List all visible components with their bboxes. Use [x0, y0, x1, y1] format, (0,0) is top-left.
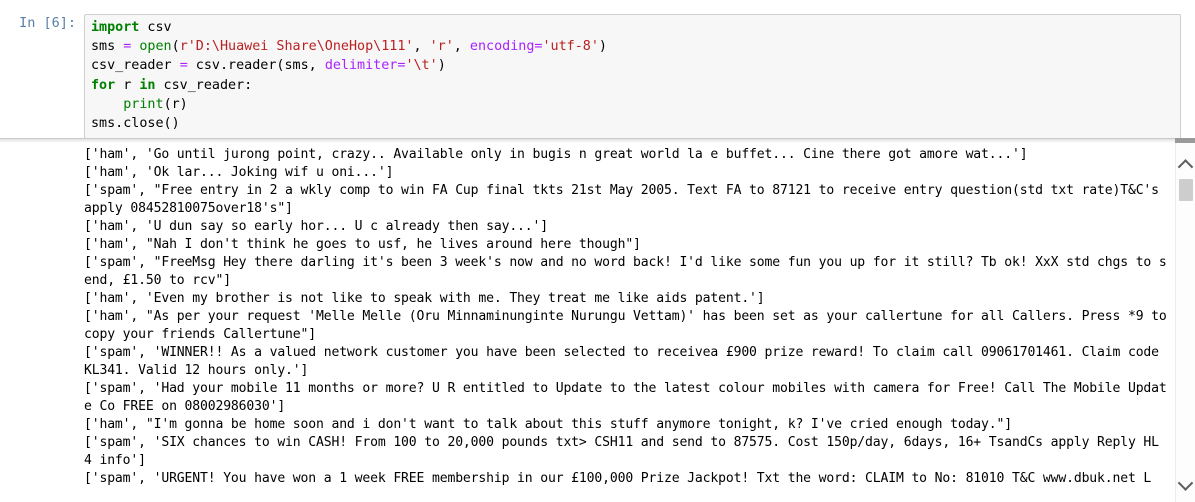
- code-source[interactable]: import csv sms = open(r'D:\Huawei Share\…: [91, 18, 1176, 133]
- scroll-down-button[interactable]: [1176, 474, 1195, 494]
- cell-output-region: ['ham', 'Go until jurong point, crazy.. …: [0, 143, 1195, 502]
- output-line: ['spam', 'SIX chances to win CASH! From …: [84, 435, 1167, 468]
- code-token-kwarg-delimiter: delimiter: [324, 58, 398, 74]
- scroll-up-button[interactable]: [1176, 155, 1195, 175]
- scrollbar-thumb[interactable]: [1179, 179, 1193, 201]
- scrollbar-track[interactable]: [1179, 175, 1193, 472]
- code-token-builtin-print: print: [123, 96, 164, 112]
- code-token-string-path: r'D:\Huawei Share\OneHop\111': [179, 39, 414, 55]
- code-token-keyword-import: import: [91, 20, 140, 35]
- output-line: ['ham', "As per your request 'Melle Mell…: [84, 309, 1175, 342]
- chevron-up-icon: [1177, 158, 1194, 175]
- code-token-plain: (: [171, 39, 180, 55]
- code-token-plain: ,: [453, 39, 470, 55]
- code-token-plain: sms: [91, 39, 124, 55]
- code-token-plain: csv_reader:: [155, 77, 253, 93]
- output-line: ['ham', 'Even my brother is not like to …: [84, 291, 765, 306]
- code-token-plain: sms.close(): [91, 116, 180, 132]
- output-line: ['spam', "FreeMsg Hey there darling it's…: [84, 255, 1167, 288]
- output-line: ['spam', "Free entry in 2 a wkly comp to…: [84, 183, 1167, 216]
- code-token-string-delimiter: '\t': [405, 58, 438, 74]
- output-line: ['ham', 'Go until jurong point, crazy.. …: [84, 147, 1028, 162]
- output-line: ['spam', 'URGENT! You have won a 1 week …: [84, 471, 1152, 486]
- code-token-builtin-open: open: [139, 39, 172, 55]
- code-token-string-encoding: 'utf-8': [542, 39, 599, 55]
- output-line: ['spam', 'WINNER!! As a valued network c…: [84, 345, 1167, 378]
- output-scrollbar[interactable]: [1175, 143, 1195, 502]
- code-token-plain: csv.reader(sms,: [187, 58, 325, 74]
- execution-count-prompt: In [6]:: [19, 15, 76, 31]
- code-token-kwarg-encoding: encoding: [469, 39, 535, 55]
- code-editor[interactable]: import csv sms = open(r'D:\Huawei Share\…: [84, 14, 1181, 140]
- code-token-plain: csv_reader: [91, 58, 180, 74]
- code-token-plain: ): [437, 58, 446, 74]
- code-token-plain: ,: [413, 39, 430, 55]
- chevron-down-icon: [1177, 474, 1194, 491]
- output-line: ['ham', 'Ok lar... Joking wif u oni...']: [84, 165, 394, 180]
- code-token-plain: r: [115, 77, 140, 93]
- code-cell-row: In [6]: import csv sms = open(r'D:\Huawe…: [0, 0, 1195, 140]
- output-line: ['ham', 'U dun say so early hor... U c a…: [84, 219, 548, 234]
- code-token-keyword-for: for: [91, 77, 116, 93]
- cell-output-text: ['ham', 'Go until jurong point, crazy.. …: [84, 146, 1167, 488]
- code-token-operator: =: [179, 58, 188, 74]
- output-line: ['spam', 'Had your mobile 11 months or m…: [84, 381, 1167, 414]
- code-token-string-mode: 'r': [429, 39, 454, 55]
- output-line: ['ham', "I'm gonna be home soon and i do…: [84, 417, 1012, 432]
- code-cell-region: In [6]: import csv sms = open(r'D:\Huawe…: [0, 0, 1195, 140]
- code-token-keyword-in: in: [139, 77, 156, 93]
- code-token-plain: csv: [139, 20, 172, 35]
- code-token-plain: (r): [163, 96, 188, 112]
- output-line: ['ham', "Nah I don't think he goes to us…: [84, 237, 641, 252]
- code-token-plain: ): [598, 39, 607, 55]
